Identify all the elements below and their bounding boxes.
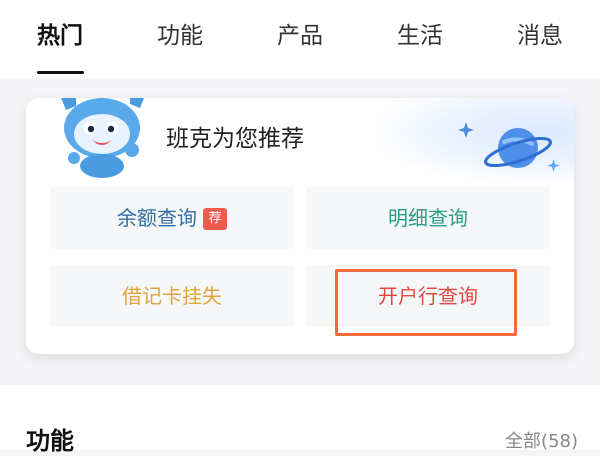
sparkle-icon	[547, 159, 560, 172]
recommend-title: 班克为您推荐	[166, 126, 304, 152]
features-section-header: 功能 全部(58)	[0, 385, 600, 455]
tab-products[interactable]: 产品	[277, 16, 323, 56]
spacer	[0, 78, 600, 98]
top-tab-bar: 热门 功能 产品 生活 消息	[0, 0, 600, 78]
planet-icon	[458, 122, 560, 172]
detail-query-button[interactable]: 明细查询	[306, 187, 550, 249]
debit-card-loss-label: 借记卡挂失	[122, 284, 222, 308]
tab-life[interactable]: 生活	[397, 16, 443, 56]
tab-hot[interactable]: 热门	[37, 16, 83, 56]
detail-query-label: 明细查询	[388, 206, 468, 230]
tab-messages[interactable]: 消息	[517, 16, 563, 56]
balance-query-label: 余额查询	[117, 206, 197, 230]
account-bank-query-button[interactable]: 开户行查询	[306, 265, 550, 327]
balance-query-button[interactable]: 余额查询荐	[50, 187, 294, 249]
section-title: 功能	[26, 427, 74, 455]
debit-card-loss-button[interactable]: 借记卡挂失	[50, 265, 294, 327]
active-tab-indicator	[37, 71, 84, 74]
recommend-card: 班克为您推荐 余额查询荐 明细查询 借记卡挂失 开户行查询	[26, 98, 574, 354]
tab-features[interactable]: 功能	[157, 16, 203, 56]
view-all-link[interactable]: 全部(58)	[505, 427, 578, 453]
mascot-icon	[61, 98, 144, 178]
account-bank-query-label: 开户行查询	[378, 284, 478, 308]
recommend-badge: 荐	[203, 208, 227, 230]
sparkle-icon	[458, 122, 474, 138]
